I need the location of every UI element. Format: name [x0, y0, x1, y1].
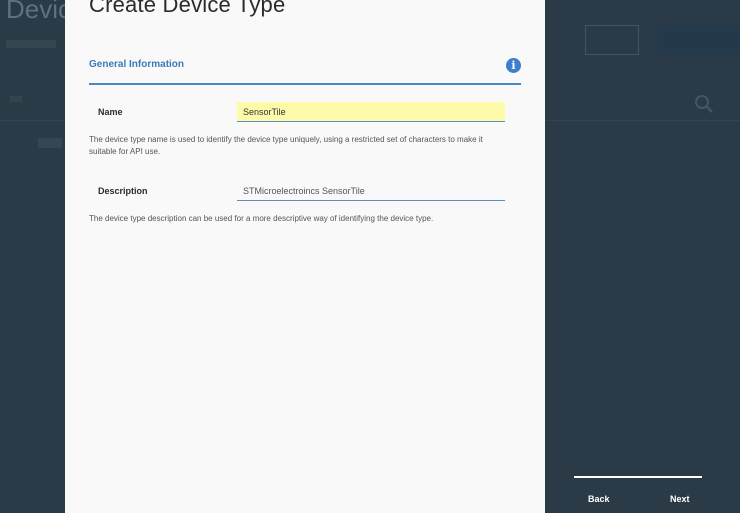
modal-title: Create Device Type — [89, 0, 286, 17]
background-search-icon — [695, 95, 713, 113]
section-header: General Information i — [89, 56, 521, 85]
background-filter-icon — [10, 96, 22, 102]
back-button[interactable]: Back — [588, 494, 610, 504]
background-primary-button — [657, 25, 740, 55]
page: Device Create Device Type General Inform… — [0, 0, 740, 513]
section-title: General Information — [89, 59, 185, 70]
background-list-item — [38, 138, 62, 148]
create-device-type-modal: Create Device Type General Information i… — [65, 0, 545, 513]
info-icon[interactable]: i — [506, 58, 521, 73]
description-help-text: The device type description can be used … — [89, 214, 434, 223]
navigation-progress-line — [574, 476, 702, 478]
description-label: Description — [98, 186, 148, 196]
name-input[interactable] — [237, 102, 505, 122]
next-button[interactable]: Next — [670, 494, 690, 504]
description-input[interactable] — [237, 181, 505, 201]
name-label: Name — [98, 107, 123, 117]
name-help-text: The device type name is used to identify… — [89, 135, 483, 156]
background-secondary-button — [585, 25, 639, 55]
background-breadcrumb — [6, 40, 56, 48]
